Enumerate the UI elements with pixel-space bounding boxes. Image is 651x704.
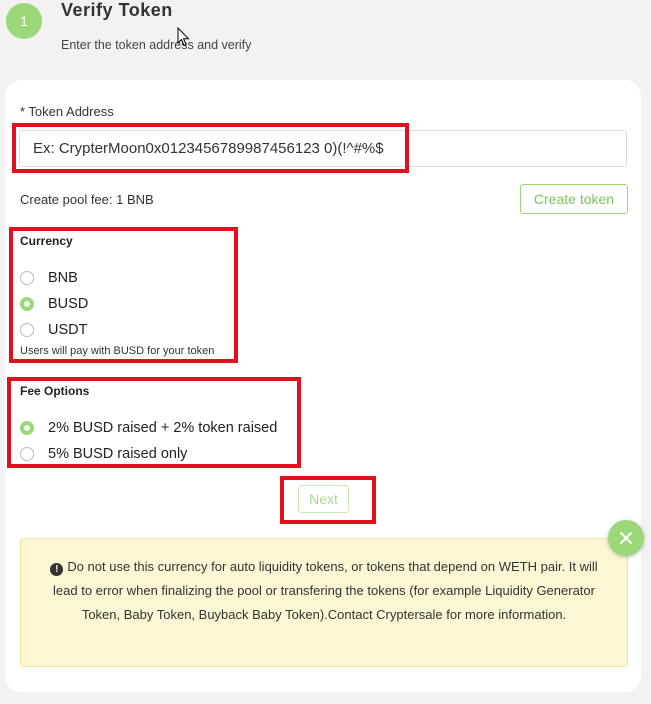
fee-options-title: Fee Options — [20, 384, 90, 398]
next-button[interactable]: Next — [298, 485, 349, 513]
currency-option-label: BUSD — [48, 296, 89, 312]
warning-text: Do not use this currency for auto liquid… — [53, 559, 598, 622]
radio-button[interactable] — [20, 271, 34, 285]
warning-box: ! Do not use this currency for auto liqui… — [20, 538, 628, 667]
token-address-input[interactable] — [19, 130, 627, 167]
step-subtitle: Enter the token address and verify — [61, 38, 252, 52]
mouse-cursor-icon — [177, 27, 190, 47]
close-icon — [620, 532, 632, 544]
currency-option-label: USDT — [48, 322, 88, 338]
radio-button-selected[interactable] — [20, 297, 34, 311]
fee-option-label: 5% BUSD raised only — [48, 446, 188, 462]
fee-option-label: 2% BUSD raised + 2% token raised — [48, 420, 278, 436]
exclamation-circle-icon: ! — [50, 563, 64, 576]
fee-option-busd-only[interactable]: 5% BUSD raised only — [20, 446, 187, 462]
currency-option-usdt[interactable]: USDT — [20, 322, 87, 338]
radio-button[interactable] — [20, 323, 34, 337]
close-button[interactable] — [608, 520, 644, 556]
create-token-button[interactable]: Create token — [520, 184, 628, 214]
step-title: Verify Token — [61, 0, 173, 20]
radio-button-selected[interactable] — [20, 421, 34, 435]
pool-fee-text: Create pool fee: 1 BNB — [20, 192, 154, 207]
step-number-badge: 1 — [6, 3, 42, 39]
radio-button[interactable] — [20, 447, 34, 461]
currency-hint: Users will pay with BUSD for your token — [20, 345, 215, 357]
fee-option-both[interactable]: 2% BUSD raised + 2% token raised — [20, 420, 277, 436]
currency-option-bnb[interactable]: BNB — [20, 270, 78, 286]
currency-option-label: BNB — [48, 270, 78, 286]
token-address-label: * Token Address — [20, 104, 114, 119]
currency-option-busd[interactable]: BUSD — [20, 296, 88, 312]
currency-title: Currency — [20, 234, 73, 248]
